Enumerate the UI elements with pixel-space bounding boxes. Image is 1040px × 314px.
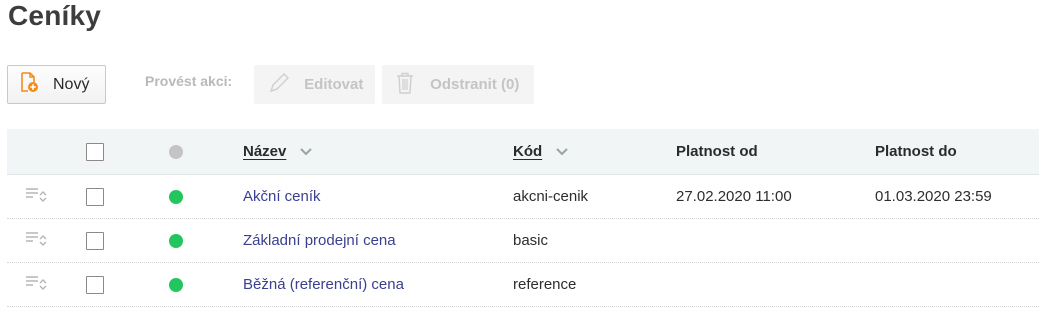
row-checkbox[interactable] bbox=[86, 231, 104, 250]
row-name-link[interactable]: Akční ceník bbox=[243, 188, 321, 205]
row-valid-to: 01.03.2020 23:59 bbox=[875, 188, 992, 205]
header-name[interactable]: Název bbox=[243, 129, 313, 174]
edit-button[interactable]: Editovat bbox=[254, 65, 376, 104]
select-all-checkbox[interactable] bbox=[86, 142, 104, 161]
header-valid-from: Platnost od bbox=[676, 143, 758, 160]
reorder-icon[interactable] bbox=[25, 274, 49, 295]
actions-label: Provést akci: bbox=[145, 72, 233, 89]
row-checkbox[interactable] bbox=[86, 275, 104, 294]
row-valid-from: 27.02.2020 11:00 bbox=[676, 188, 792, 205]
status-header-dot bbox=[169, 144, 183, 159]
price-list-table: Název Kód Platnost od Platnost do Akční … bbox=[7, 129, 1039, 307]
page-title: Ceníky bbox=[8, 0, 102, 31]
row-checkbox[interactable] bbox=[86, 187, 104, 206]
new-document-icon bbox=[20, 71, 39, 98]
table-row[interactable]: Základní prodejní cena basic bbox=[7, 219, 1039, 263]
status-dot bbox=[169, 233, 183, 248]
reorder-icon[interactable] bbox=[25, 186, 49, 207]
row-name-link[interactable]: Základní prodejní cena bbox=[243, 232, 396, 249]
row-name-link[interactable]: Běžná (referenční) cena bbox=[243, 276, 404, 293]
toolbar: Nový Provést akci: Editovat Odstranit (0… bbox=[7, 65, 535, 104]
delete-button-label: Odstranit (0) bbox=[430, 76, 520, 93]
status-dot bbox=[169, 277, 183, 292]
delete-button[interactable]: Odstranit (0) bbox=[382, 65, 535, 104]
new-button-label: Nový bbox=[53, 75, 90, 93]
chevron-down-icon[interactable] bbox=[300, 147, 313, 156]
edit-button-label: Editovat bbox=[304, 76, 364, 93]
table-header: Název Kód Platnost od Platnost do bbox=[7, 129, 1039, 175]
reorder-icon[interactable] bbox=[25, 230, 49, 251]
new-button[interactable]: Nový bbox=[7, 65, 106, 104]
header-name-label[interactable]: Název bbox=[243, 143, 286, 160]
table-row[interactable]: Akční ceník akcni-cenik 27.02.2020 11:00… bbox=[7, 175, 1039, 219]
header-code-label[interactable]: Kód bbox=[513, 143, 542, 160]
chevron-down-icon[interactable] bbox=[556, 147, 568, 156]
header-code[interactable]: Kód bbox=[513, 129, 568, 174]
status-dot bbox=[169, 189, 183, 204]
trash-icon bbox=[396, 72, 414, 98]
header-valid-to: Platnost do bbox=[875, 143, 957, 160]
table-row[interactable]: Běžná (referenční) cena reference bbox=[7, 263, 1039, 307]
row-code: akcni-cenik bbox=[513, 188, 589, 205]
pencil-icon bbox=[268, 72, 290, 98]
row-code: basic bbox=[513, 232, 549, 249]
row-code: reference bbox=[513, 276, 577, 293]
